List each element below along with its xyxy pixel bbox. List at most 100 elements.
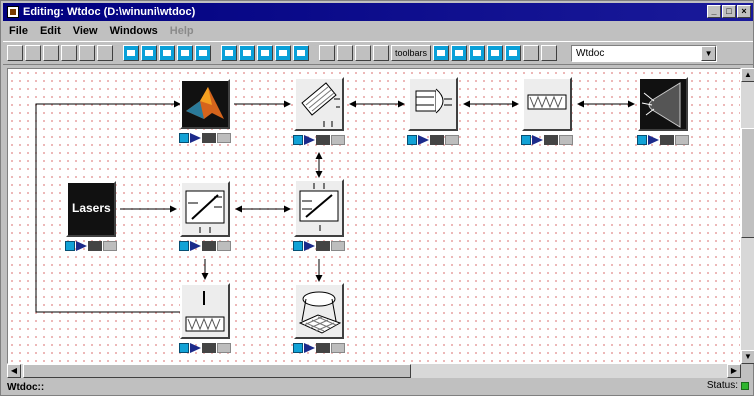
step-icon[interactable] (141, 45, 157, 61)
debug-icon[interactable] (505, 45, 522, 61)
close-button[interactable]: × (737, 5, 751, 18)
spectrometer-node[interactable] (176, 283, 234, 353)
vertical-scroll-thumb[interactable] (741, 128, 754, 238)
menu-file[interactable]: File (9, 25, 28, 37)
save-icon[interactable] (43, 45, 59, 61)
node-run-icon[interactable] (190, 133, 201, 143)
imaging-node[interactable] (290, 283, 348, 353)
maximize-button[interactable]: □ (722, 5, 736, 18)
grid-icon[interactable] (61, 45, 77, 61)
zoom-in-icon[interactable] (319, 45, 335, 61)
spectrometer-icon[interactable] (180, 283, 230, 339)
node-menu-icon[interactable] (559, 135, 573, 145)
scroll-up-icon[interactable]: ▲ (741, 68, 754, 82)
link-icon[interactable] (221, 45, 237, 61)
node-input-icon[interactable] (293, 343, 303, 353)
detector-icon[interactable] (638, 77, 688, 131)
grating-node[interactable] (290, 77, 348, 145)
lens-node[interactable] (404, 77, 462, 145)
node-menu-icon[interactable] (103, 241, 117, 251)
node-input-icon[interactable] (179, 241, 189, 251)
scroll-right-icon[interactable]: ▶ (727, 364, 741, 378)
imaging-icon[interactable] (294, 283, 344, 339)
app-icon[interactable] (7, 6, 19, 18)
node-display-icon[interactable] (660, 135, 674, 145)
node-input-icon[interactable] (293, 241, 303, 251)
node-run-icon[interactable] (304, 241, 315, 251)
grating-icon[interactable] (294, 77, 344, 131)
lens-icon[interactable] (408, 77, 458, 131)
node-menu-icon[interactable] (445, 135, 459, 145)
workspace-select[interactable]: Wtdoc ▼ (571, 44, 718, 62)
menu-edit[interactable]: Edit (40, 25, 61, 37)
beamsplitter-node[interactable] (290, 179, 348, 251)
properties-icon[interactable] (469, 45, 486, 61)
node-display-icon[interactable] (544, 135, 558, 145)
node-display-icon[interactable] (202, 343, 216, 353)
horizontal-scrollbar[interactable]: ◀ ▶ (7, 364, 741, 378)
matlab-node[interactable] (176, 79, 234, 143)
snap-icon[interactable] (79, 45, 95, 61)
scroll-down-icon[interactable]: ▼ (741, 350, 754, 364)
info-icon[interactable] (451, 45, 468, 61)
node-input-icon[interactable] (179, 343, 189, 353)
open-file-icon[interactable] (25, 45, 41, 61)
minimize-button[interactable]: _ (707, 5, 721, 18)
node-run-icon[interactable] (190, 343, 201, 353)
node-display-icon[interactable] (202, 133, 216, 143)
node-input-icon[interactable] (637, 135, 647, 145)
node-run-icon[interactable] (190, 241, 201, 251)
node-input-icon[interactable] (293, 135, 303, 145)
node-run-icon[interactable] (304, 343, 315, 353)
new-file-icon[interactable] (7, 45, 23, 61)
lasers-node[interactable]: Lasers (62, 181, 120, 251)
node-input-icon[interactable] (407, 135, 417, 145)
node-display-icon[interactable] (316, 135, 330, 145)
align-icon[interactable] (257, 45, 273, 61)
node-menu-icon[interactable] (217, 133, 231, 143)
node-display-icon[interactable] (430, 135, 444, 145)
node-run-icon[interactable] (418, 135, 429, 145)
disabled-tool-icon[interactable] (541, 45, 558, 61)
title-bar[interactable]: Editing: Wtdoc (D:\winuni\wtdoc) _ □ × (3, 3, 753, 21)
zoom-out-icon[interactable] (337, 45, 353, 61)
run-icon[interactable] (123, 45, 139, 61)
node-menu-icon[interactable] (331, 241, 345, 251)
reset-icon[interactable] (177, 45, 193, 61)
diagram-canvas[interactable]: Lasers (7, 68, 741, 364)
text-tool-icon[interactable] (355, 45, 371, 61)
toolbars-button[interactable]: toolbars (391, 45, 432, 61)
node-menu-icon[interactable] (217, 343, 231, 353)
execute-icon[interactable] (487, 45, 504, 61)
beamsplitter-icon[interactable] (294, 179, 344, 237)
chevron-down-icon[interactable]: ▼ (701, 45, 717, 61)
horizontal-scroll-thumb[interactable] (23, 364, 411, 378)
node-menu-icon[interactable] (331, 135, 345, 145)
fiber-icon[interactable] (522, 77, 572, 131)
unlink-icon[interactable] (239, 45, 255, 61)
node-run-icon[interactable] (304, 135, 315, 145)
menu-view[interactable]: View (73, 25, 98, 37)
node-menu-icon[interactable] (675, 135, 689, 145)
lasers-icon[interactable]: Lasers (66, 181, 116, 237)
beamsplitter-node[interactable] (176, 181, 234, 251)
fiber-node[interactable] (518, 77, 576, 145)
node-run-icon[interactable] (76, 241, 87, 251)
group-icon[interactable] (293, 45, 309, 61)
node-menu-icon[interactable] (331, 343, 345, 353)
menu-windows[interactable]: Windows (110, 25, 158, 37)
node-display-icon[interactable] (202, 241, 216, 251)
scroll-left-icon[interactable]: ◀ (7, 364, 21, 378)
node-input-icon[interactable] (65, 241, 75, 251)
menu-help[interactable]: Help (170, 25, 194, 37)
distribute-icon[interactable] (275, 45, 291, 61)
node-display-icon[interactable] (316, 343, 330, 353)
vertical-scrollbar[interactable]: ▲ ▼ (741, 68, 754, 364)
beamsplitter-icon[interactable] (180, 181, 230, 237)
node-input-icon[interactable] (521, 135, 531, 145)
disabled-tool-icon[interactable] (523, 45, 540, 61)
pause-icon[interactable] (195, 45, 211, 61)
node-display-icon[interactable] (316, 241, 330, 251)
node-run-icon[interactable] (648, 135, 659, 145)
matlab-icon[interactable] (180, 79, 230, 129)
